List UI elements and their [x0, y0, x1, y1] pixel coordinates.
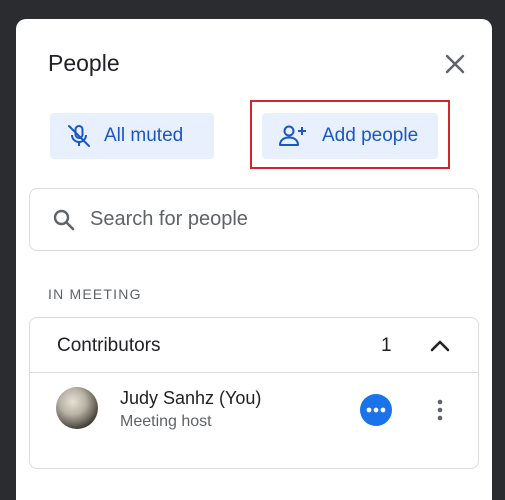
- close-icon: [445, 54, 465, 74]
- close-button[interactable]: [440, 49, 470, 79]
- contributors-header[interactable]: Contributors 1: [30, 318, 478, 373]
- mic-off-icon: [68, 125, 90, 147]
- search-icon: [53, 209, 75, 230]
- people-panel: People All muted Add people IN MEETING: [16, 19, 492, 500]
- all-muted-button[interactable]: All muted: [50, 113, 214, 159]
- participant-role: Meeting host: [120, 413, 212, 430]
- participant-row: Judy Sanhz (You) Meeting host: [30, 374, 478, 454]
- more-vertical-icon: [437, 399, 443, 421]
- participant-name: Judy Sanhz (You): [120, 388, 262, 408]
- search-box: [29, 188, 479, 251]
- contributors-title: Contributors: [57, 335, 161, 356]
- add-people-label: Add people: [322, 125, 419, 146]
- host-controls-button[interactable]: [360, 394, 392, 426]
- all-muted-label: All muted: [104, 125, 184, 146]
- more-options-button[interactable]: [428, 394, 452, 426]
- in-meeting-label: IN MEETING: [48, 286, 142, 302]
- chevron-up-icon: [430, 340, 450, 352]
- avatar: [56, 387, 98, 429]
- contributors-group: Contributors 1 Judy Sanhz (You) Meeting …: [29, 317, 479, 469]
- panel-title: People: [48, 50, 120, 76]
- more-horizontal-icon: [366, 407, 386, 413]
- person-add-icon: [279, 125, 306, 146]
- collapse-button[interactable]: [426, 332, 454, 360]
- contributors-count: 1: [381, 335, 392, 356]
- search-input[interactable]: [90, 208, 430, 231]
- add-people-button[interactable]: Add people: [262, 113, 438, 159]
